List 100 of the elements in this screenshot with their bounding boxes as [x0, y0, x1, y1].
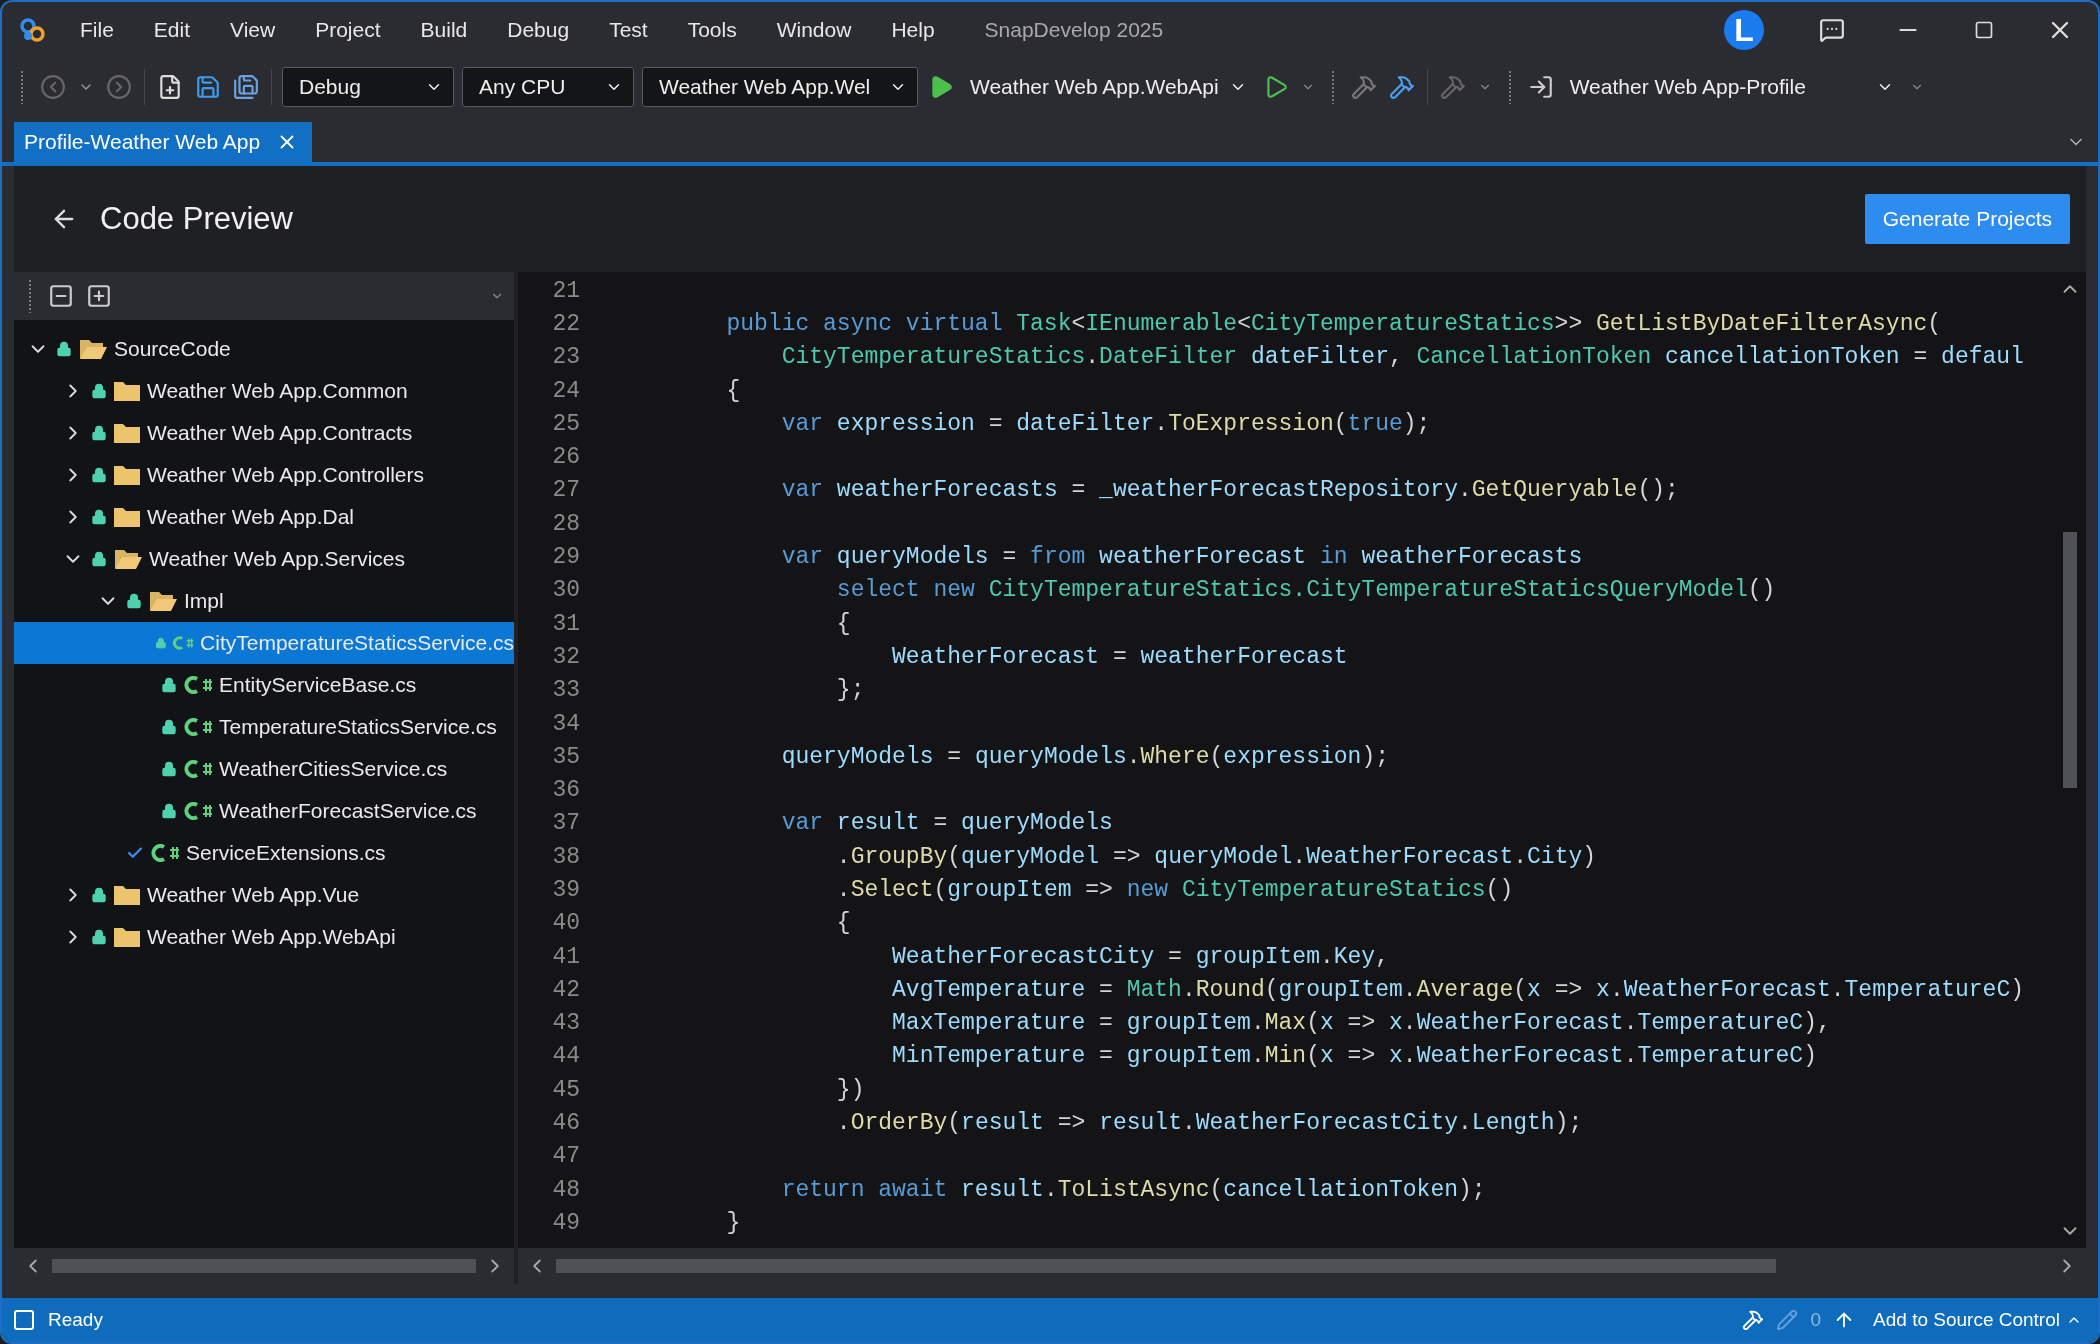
code-line: AvgTemperature = Math.Round(groupItem.Average(x => x.WeatherForecast.TemperatureC): [891, 976, 2024, 1003]
line-number: 47: [551, 1143, 580, 1170]
output-panel-icon[interactable]: [12, 1308, 36, 1332]
menu-item[interactable]: Debug: [487, 18, 590, 42]
line-number: 46: [551, 1110, 580, 1137]
code-line: {: [835, 610, 851, 637]
pending-changes-count: 0: [1810, 1309, 1822, 1331]
line-number: 48: [551, 1176, 580, 1203]
line-number: 41: [551, 943, 580, 970]
code-line: };: [835, 677, 865, 704]
line-number: 28: [551, 510, 580, 537]
app-title: SnapDevelop 2025: [984, 18, 1165, 42]
document-node[interactable]: WeatherForecastService.cs: [14, 790, 514, 832]
code-line: queryModels = queryModels.Where(expression);: [780, 743, 1389, 770]
maximize-icon[interactable]: [1974, 20, 1994, 40]
csharp-file-icon: [183, 758, 213, 780]
folder-node[interactable]: SourceCode: [14, 328, 514, 370]
back-button[interactable]: [38, 72, 68, 102]
document-node[interactable]: WeatherCitiesService.cs: [14, 748, 514, 790]
line-number: 45: [551, 1076, 580, 1103]
line-number: 33: [551, 677, 580, 704]
code-line: {: [725, 377, 741, 404]
folder-icon: [113, 421, 141, 445]
code-line: .Select(groupItem => new CityTemperatureStatics(): [835, 877, 1514, 903]
line-number: 37: [551, 810, 580, 837]
folder-node[interactable]: Weather Web App.Contracts: [14, 412, 514, 454]
menu-item[interactable]: Build: [400, 18, 488, 42]
code-line: }: [725, 1209, 741, 1236]
code-line: var expression = dateFilter.ToExpression(true);: [780, 410, 1431, 437]
profile-dropdown[interactable]: Weather Web App-Profile: [1563, 73, 1900, 101]
line-number: 34: [551, 710, 580, 737]
folder-icon: [113, 463, 141, 487]
line-number: 44: [551, 1043, 580, 1070]
menu-item[interactable]: Window: [756, 18, 872, 42]
app-logo-icon: [18, 17, 48, 43]
forward-button[interactable]: [104, 72, 134, 102]
startup-project-dropdown[interactable]: Weather Web App.Wel: [642, 67, 918, 107]
csharp-file-icon: [183, 800, 213, 822]
folder-icon: [113, 505, 141, 529]
line-number: 40: [551, 910, 580, 937]
folder-node[interactable]: Weather Web App.Dal: [14, 496, 514, 538]
menu-item[interactable]: Test: [589, 18, 668, 42]
save-all-button[interactable]: [231, 72, 261, 102]
menu-item[interactable]: Edit: [133, 18, 211, 42]
document-node[interactable]: ServiceExtensions.cs: [14, 832, 514, 874]
code-line: select new CityTemperatureStatics.CityTemperatureStaticsQueryModel(): [835, 577, 1776, 604]
csharp-file-icon: [183, 674, 213, 696]
folder-node[interactable]: Weather Web App.WebApi: [14, 916, 514, 958]
platform-dropdown[interactable]: Any CPU: [462, 67, 634, 107]
line-number: 21: [551, 277, 580, 304]
code-line: return await result.ToListAsync(cancellationToken);: [780, 1176, 1486, 1203]
folder-icon: [113, 883, 141, 907]
folder-node[interactable]: Weather Web App.Common: [14, 370, 514, 412]
folder-icon: [113, 925, 141, 949]
source-control-button[interactable]: Add to Source Control: [1867, 1308, 2088, 1332]
code-line: var result = queryModels: [780, 810, 1113, 837]
code-line: WeatherForecast = weatherForecast: [891, 643, 1348, 670]
menu-item[interactable]: File: [60, 18, 134, 42]
menu-item[interactable]: View: [210, 18, 296, 42]
folder-node[interactable]: Impl: [14, 580, 514, 622]
code-line: var weatherForecasts = _weatherForecastRepository.GetQueryable();: [780, 477, 1679, 504]
line-number: 30: [551, 577, 580, 604]
document-node[interactable]: EntityServiceBase.cs: [14, 664, 514, 706]
line-number: 22: [551, 310, 580, 337]
user-avatar[interactable]: L: [1724, 10, 1764, 50]
folder-node[interactable]: Weather Web App.Vue: [14, 874, 514, 916]
scrollbar-thumb[interactable]: [52, 1259, 476, 1273]
build-status-icon[interactable]: [1742, 1309, 1765, 1331]
document-tab[interactable]: Profile-Weather Web App: [14, 122, 313, 162]
code-line: .GroupBy(queryModel => queryModel.WeatherForecast.City): [835, 843, 1597, 870]
line-number: 23: [551, 344, 580, 371]
csharp-file-icon: [150, 842, 180, 864]
code-line: WeatherForecastCity = groupItem.Key,: [891, 943, 1389, 970]
menu-item[interactable]: Help: [871, 18, 955, 42]
feedback-icon[interactable]: [1819, 17, 1845, 43]
configuration-dropdown[interactable]: Debug: [282, 67, 454, 107]
code-line: }): [835, 1076, 865, 1103]
line-number: 31: [551, 610, 580, 637]
folder-node[interactable]: Weather Web App.Services: [14, 538, 514, 580]
menu-item[interactable]: Project: [295, 18, 401, 42]
line-number: 29: [551, 544, 580, 570]
line-number: 35: [551, 743, 580, 770]
scrollbar-thumb[interactable]: [2063, 532, 2077, 788]
menu-item[interactable]: Tools: [667, 18, 757, 42]
document-node[interactable]: CityTemperatureStaticsService.cs: [14, 622, 514, 664]
line-number: 36: [551, 777, 580, 804]
scrollbar-thumb[interactable]: [556, 1259, 1776, 1273]
page-title: Code Preview: [100, 201, 294, 237]
code-line: var queryModels = from weatherForecast in weatherForecasts: [780, 544, 1583, 570]
document-node[interactable]: TemperatureStaticsService.cs: [14, 706, 514, 748]
csharp-file-icon: [183, 716, 213, 738]
line-number: 27: [551, 477, 580, 504]
code-line: .OrderBy(result => result.WeatherForecastCity.Length);: [835, 1110, 1583, 1137]
code-line: public async virtual Task<IEnumerable<CityTemperatureStatics>> GetListByDateFilterAsync(: [725, 310, 1942, 337]
line-number: 42: [551, 976, 580, 1003]
folder-node[interactable]: Weather Web App.Controllers: [14, 454, 514, 496]
code-line: CityTemperatureStatics.DateFilter dateFilter, CancellationToken cancellationToken = defaul: [780, 344, 2024, 371]
line-number: 38: [551, 843, 580, 870]
run-target-dropdown[interactable]: Weather Web App.WebApi: [964, 73, 1253, 101]
line-number: 43: [551, 1010, 580, 1037]
